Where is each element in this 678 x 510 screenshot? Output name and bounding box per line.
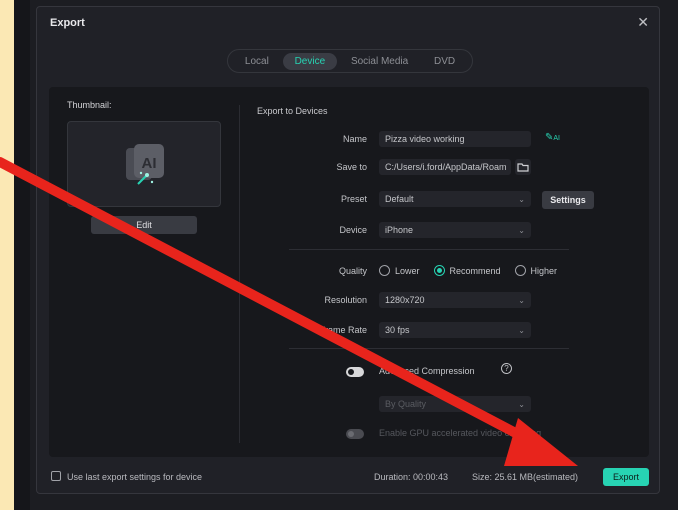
edit-thumbnail-button[interactable]: Edit: [91, 216, 197, 234]
chevron-down-icon: ⌄: [518, 325, 525, 335]
frame-rate-label: Frame Rate: [319, 325, 367, 335]
app-left-strip: [14, 0, 30, 510]
resolution-select[interactable]: 1280x720 ⌄: [379, 292, 531, 308]
quality-label: Quality: [338, 266, 367, 276]
preset-value: Default: [385, 194, 414, 204]
size-estimate-text: Size: 25.61 MB(estimated): [472, 472, 579, 482]
save-to-value: C:/Users/i.ford/AppData/Roam: [385, 162, 507, 172]
dialog-title: Export: [50, 17, 85, 29]
quality-lower-option[interactable]: Lower: [379, 265, 420, 276]
ai-thumbnail-icon: AI: [126, 144, 164, 185]
panel-divider: [239, 105, 240, 443]
quality-higher-label: Higher: [530, 265, 558, 276]
preset-label: Preset: [340, 194, 367, 204]
chevron-down-icon: ⌄: [518, 399, 525, 409]
close-icon[interactable]: ✕: [637, 14, 649, 31]
settings-button[interactable]: Settings: [542, 191, 594, 209]
radio-recommend[interactable]: [433, 265, 445, 276]
name-input[interactable]: Pizza video working: [379, 131, 531, 147]
thumbnail-preview[interactable]: AI: [67, 121, 221, 207]
export-tabs: Local Device Social Media DVD: [227, 49, 473, 73]
use-last-settings-checkbox[interactable]: [51, 471, 61, 481]
divider: [289, 348, 569, 349]
quality-recommend-label: Recommend: [449, 265, 501, 276]
device-select[interactable]: iPhone ⌄: [379, 222, 531, 238]
chevron-down-icon: ⌄: [518, 194, 525, 204]
device-label: Device: [339, 225, 367, 235]
export-dialog: Export ✕ Local Device Social Media DVD T…: [36, 6, 660, 494]
save-to-input[interactable]: C:/Users/i.ford/AppData/Roam: [379, 159, 511, 175]
tab-local[interactable]: Local: [233, 53, 281, 70]
quality-higher-option[interactable]: Higher: [514, 265, 558, 276]
quality-lower-label: Lower: [395, 265, 420, 276]
ai-rename-icon[interactable]: ✎AI: [545, 132, 560, 143]
export-button[interactable]: Export: [603, 468, 649, 486]
resolution-value: 1280x720: [385, 295, 425, 305]
quality-recommend-option[interactable]: Recommend: [433, 265, 501, 276]
gpu-encoding-toggle[interactable]: [346, 429, 364, 439]
save-to-label: Save to: [336, 162, 367, 172]
chevron-down-icon: ⌄: [518, 225, 525, 235]
frame-rate-value: 30 fps: [385, 325, 410, 335]
advanced-compression-toggle[interactable]: [346, 367, 364, 377]
export-to-devices-heading: Export to Devices: [257, 106, 328, 116]
export-panel: Thumbnail: AI Edit Export to Devices Nam…: [49, 87, 649, 457]
frame-rate-select[interactable]: 30 fps ⌄: [379, 322, 531, 338]
preset-select[interactable]: Default ⌄: [379, 191, 531, 207]
advanced-compression-label: Advanced Compression: [379, 366, 475, 376]
tab-device[interactable]: Device: [282, 52, 338, 70]
resolution-label: Resolution: [324, 295, 367, 305]
duration-text: Duration: 00:00:43: [374, 472, 449, 482]
tab-social-media[interactable]: Social Media: [339, 53, 420, 70]
compression-mode-select[interactable]: By Quality ⌄: [379, 396, 531, 412]
quality-radio-group: Lower Recommend Higher: [379, 265, 565, 276]
name-label: Name: [342, 134, 367, 144]
thumbnail-label: Thumbnail:: [67, 100, 112, 110]
tab-dvd[interactable]: DVD: [422, 53, 467, 70]
svg-text:AI: AI: [142, 155, 157, 172]
device-value: iPhone: [385, 225, 414, 235]
use-last-settings-label: Use last export settings for device: [67, 472, 203, 482]
folder-icon[interactable]: [515, 159, 531, 175]
divider: [289, 249, 569, 250]
radio-higher[interactable]: [514, 265, 526, 276]
help-icon[interactable]: ?: [501, 363, 512, 374]
radio-lower[interactable]: [379, 265, 390, 276]
chevron-down-icon: ⌄: [518, 295, 525, 305]
gpu-encoding-label: Enable GPU accelerated video encoding: [379, 428, 542, 438]
compression-mode-value: By Quality: [385, 399, 427, 409]
name-value: Pizza video working: [385, 134, 465, 144]
